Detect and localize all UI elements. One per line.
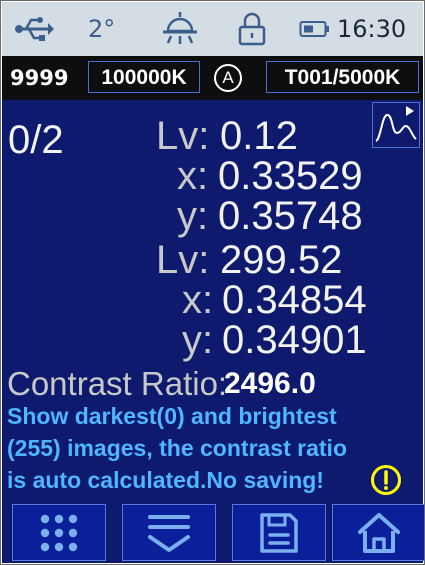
info-bar: 9999 100000K A T001/5000K [2, 56, 423, 100]
warning-icon [370, 464, 402, 496]
contrast-ratio-value: 2496.0 [224, 367, 316, 400]
collapse-button[interactable] [122, 504, 216, 561]
note-line-1: Show darkest(0) and brightest [7, 403, 337, 429]
bottom-toolbar [2, 501, 424, 563]
auto-mode-badge[interactable]: A [214, 64, 242, 92]
contrast-ratio-label: Contrast Ratio: [7, 365, 228, 402]
grid-menu-icon [37, 511, 81, 555]
device-screen: 2° 16:30 9999 100000K A T001/5000K 0/2 L… [0, 0, 425, 565]
siren-light-icon [157, 8, 203, 50]
x-value-2: 0.34854 [222, 278, 367, 322]
battery-icon [298, 8, 332, 50]
usb-icon [12, 8, 56, 50]
lv-value-1: 0.12 [220, 114, 298, 158]
measurement-count: 9999 [10, 66, 69, 90]
note-line-2: (255) images, the contrast ratio [7, 435, 347, 461]
measurement-index: 0/2 [8, 118, 64, 162]
lv-label-1: Lv: [156, 114, 210, 158]
y-value-2: 0.34901 [222, 318, 367, 362]
menu-button[interactable] [12, 504, 106, 561]
x-label-1: x: [177, 154, 209, 198]
lock-icon [234, 8, 270, 50]
range-selector[interactable]: 100000K [88, 61, 200, 93]
lv-label-2: Lv: [156, 238, 210, 282]
y-label-2: y: [182, 318, 214, 362]
save-icon [258, 511, 300, 555]
clock: 16:30 [337, 15, 407, 43]
temperature-readout: 2° [88, 15, 116, 43]
lv-value-2: 299.52 [220, 238, 343, 282]
save-button[interactable] [232, 504, 326, 561]
y-value-1: 0.35748 [218, 194, 363, 238]
y-label-1: y: [177, 194, 209, 238]
home-button[interactable] [332, 504, 424, 561]
note-line-3: is auto calculated.No saving! [7, 467, 324, 493]
channel-selector[interactable]: T001/5000K [266, 61, 419, 93]
home-icon [356, 511, 402, 555]
measurement-panel: 0/2 Lv: 0.12 x: 0.33529 y: 0.35748 Lv: 2… [2, 100, 423, 501]
x-value-1: 0.33529 [218, 154, 363, 198]
status-bar: 2° 16:30 [2, 2, 423, 56]
waveform-chart-icon[interactable] [372, 102, 420, 148]
x-label-2: x: [182, 278, 214, 322]
collapse-icon [144, 511, 194, 555]
